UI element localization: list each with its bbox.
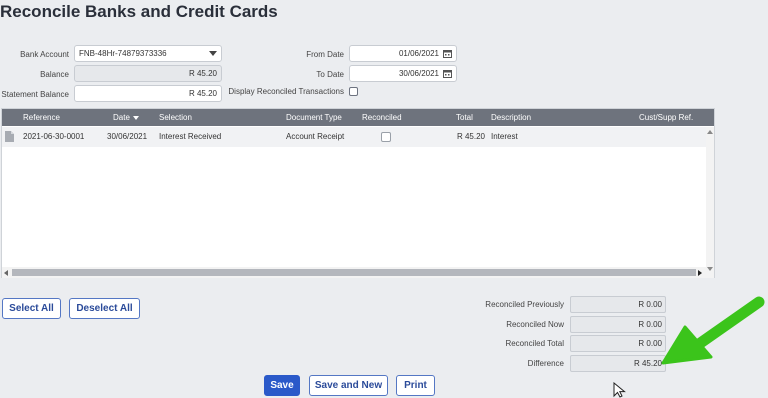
reconciled-total-value: R 0.00 <box>570 335 666 352</box>
reconciled-now-label: Reconciled Now <box>506 320 564 329</box>
difference-label: Difference <box>527 359 564 368</box>
to-date-value: 30/06/2021 <box>398 69 439 78</box>
transactions-grid: Reference Date Selection Document Type R… <box>1 108 715 278</box>
reconciled-previously-label: Reconciled Previously <box>485 300 564 309</box>
reconciled-total-label: Reconciled Total <box>505 339 564 348</box>
col-document-type[interactable]: Document Type <box>286 109 342 126</box>
table-row[interactable]: 2021-06-30-0001 30/06/2021 Interest Rece… <box>2 127 706 147</box>
select-all-button[interactable]: Select All <box>2 298 61 319</box>
cell-description: Interest <box>491 132 518 141</box>
statement-balance-input[interactable]: R 45.20 <box>74 85 222 102</box>
cell-reference: 2021-06-30-0001 <box>23 132 85 141</box>
mouse-pointer-icon <box>613 382 626 398</box>
scroll-right-icon[interactable] <box>698 270 702 276</box>
row-reconciled-checkbox[interactable] <box>381 132 391 142</box>
cell-date: 30/06/2021 <box>107 132 148 141</box>
col-description[interactable]: Description <box>491 109 531 126</box>
scroll-up-icon[interactable] <box>707 130 713 134</box>
bank-account-select[interactable]: FNB-48Hr-74879373336 <box>74 45 222 62</box>
deselect-all-button[interactable]: Deselect All <box>69 298 140 319</box>
horizontal-scrollbar[interactable] <box>2 267 706 278</box>
scroll-left-icon[interactable] <box>4 270 8 276</box>
col-total[interactable]: Total <box>456 109 473 126</box>
vertical-scrollbar[interactable] <box>706 127 714 278</box>
dropdown-arrow-icon <box>209 51 217 56</box>
to-date-label: To Date <box>316 70 344 79</box>
reconciled-previously-value: R 0.00 <box>570 296 666 313</box>
bank-account-value: FNB-48Hr-74879373336 <box>79 49 167 58</box>
scroll-down-icon[interactable] <box>707 267 713 271</box>
bank-account-label: Bank Account <box>20 50 69 59</box>
col-selection[interactable]: Selection <box>159 109 192 126</box>
cell-selection: Interest Received <box>159 132 222 141</box>
from-date-label: From Date <box>306 50 344 59</box>
page-title: Reconcile Banks and Credit Cards <box>0 2 278 21</box>
statement-balance-label: Statement Balance <box>1 90 69 99</box>
difference-value: R 45.20 <box>570 355 666 372</box>
cell-document-type: Account Receipt <box>286 132 345 141</box>
col-date[interactable]: Date <box>113 109 130 126</box>
document-icon <box>5 131 14 142</box>
from-date-input[interactable]: 01/06/2021 <box>349 45 457 62</box>
from-date-value: 01/06/2021 <box>398 49 439 58</box>
calendar-icon[interactable] <box>443 49 452 58</box>
col-cust-supp-ref[interactable]: Cust/Supp Ref. <box>639 109 693 126</box>
sort-desc-icon <box>133 116 139 120</box>
col-reconciled[interactable]: Reconciled <box>362 109 402 126</box>
save-button[interactable]: Save <box>264 375 300 396</box>
calendar-icon[interactable] <box>443 69 452 78</box>
display-reconciled-label: Display Reconciled Transactions <box>228 87 344 96</box>
balance-label: Balance <box>40 70 69 79</box>
save-and-new-button[interactable]: Save and New <box>309 375 388 396</box>
to-date-input[interactable]: 30/06/2021 <box>349 65 457 82</box>
balance-field: R 45.20 <box>74 65 222 82</box>
reconciled-now-value: R 0.00 <box>570 316 666 333</box>
annotation-arrow <box>661 296 765 365</box>
display-reconciled-checkbox[interactable] <box>349 87 358 96</box>
cell-total: R 45.20 <box>456 132 485 141</box>
col-reference[interactable]: Reference <box>23 109 60 126</box>
print-button[interactable]: Print <box>396 375 435 396</box>
scrollbar-thumb[interactable] <box>12 269 696 276</box>
grid-header: Reference Date Selection Document Type R… <box>2 109 714 126</box>
